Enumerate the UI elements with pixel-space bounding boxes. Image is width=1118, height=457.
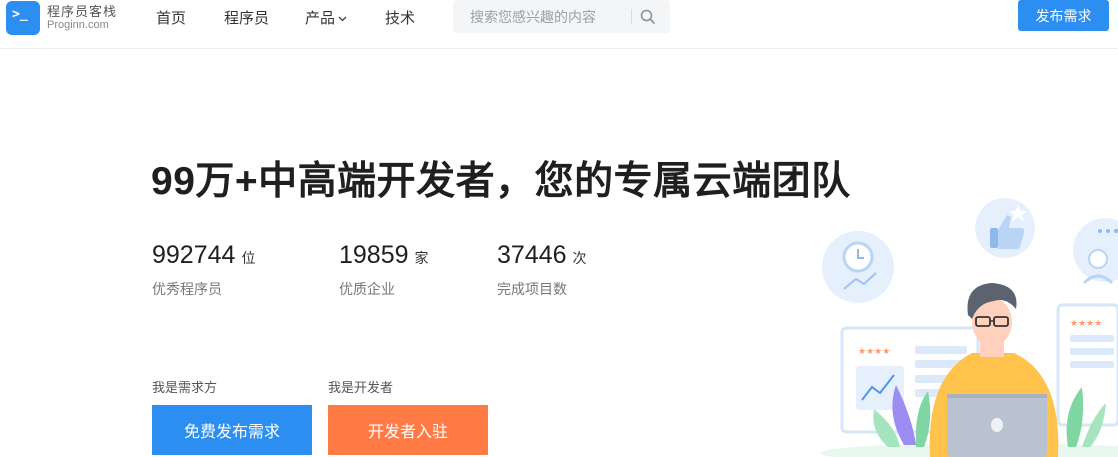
stat-number: 992744 (152, 241, 236, 269)
hero-title: 99万+中高端开发者，您的专属云端团队 (151, 160, 851, 203)
chevron-down-icon (338, 9, 347, 26)
logo-domain: Proginn.com (47, 19, 109, 32)
search-icon[interactable] (639, 8, 657, 26)
site-logo[interactable]: >_ 程序员客栈 Proginn.com (6, 0, 126, 36)
stat-value: 19859 家 (339, 241, 429, 270)
stat-number: 37446 (497, 241, 567, 269)
publish-demand-button[interactable]: 发布需求 (1018, 0, 1109, 31)
search-box (453, 0, 670, 33)
nav-item-products-label: 产品 (305, 9, 336, 27)
stat-number: 19859 (339, 241, 409, 269)
stat-programmers: 992744 位 优秀程序员 (152, 241, 255, 299)
developer-at-laptop-illustration: ★★★★ ★★★★ (800, 195, 1118, 457)
role-label-client: 我是需求方 (152, 380, 218, 395)
stat-unit: 次 (572, 250, 587, 266)
stat-companies: 19859 家 优质企业 (339, 241, 429, 299)
free-publish-demand-button[interactable]: 免费发布需求 (152, 405, 312, 455)
nav-item-tech[interactable]: 技术 (385, 0, 415, 34)
site-header: >_ 程序员客栈 Proginn.com 首页 程序员 产品 技术 发布需求 (0, 0, 1118, 49)
stat-label: 完成项目数 (497, 281, 567, 297)
logo-text: 程序员客栈 Proginn.com (47, 3, 118, 32)
search-input[interactable] (453, 0, 631, 33)
svg-text:★★★★: ★★★★ (1070, 319, 1102, 329)
svg-text:★★★★: ★★★★ (858, 347, 890, 357)
logo-name: 程序员客栈 (47, 3, 118, 19)
stat-label: 优秀程序员 (152, 281, 222, 297)
nav-item-home[interactable]: 首页 (156, 0, 186, 34)
nav-item-developers[interactable]: 程序员 (224, 0, 269, 34)
stat-projects: 37446 次 完成项目数 (497, 241, 587, 299)
stat-value: 992744 位 (152, 241, 255, 270)
developer-join-button[interactable]: 开发者入驻 (328, 405, 488, 455)
role-label-developer: 我是开发者 (328, 380, 394, 395)
search-divider (631, 9, 632, 24)
stat-unit: 位 (241, 250, 256, 266)
stat-value: 37446 次 (497, 241, 587, 270)
stat-label: 优质企业 (339, 281, 395, 297)
stat-unit: 家 (414, 250, 429, 266)
nav-item-products[interactable]: 产品 (305, 0, 347, 34)
terminal-prompt-icon: >_ (6, 1, 40, 35)
